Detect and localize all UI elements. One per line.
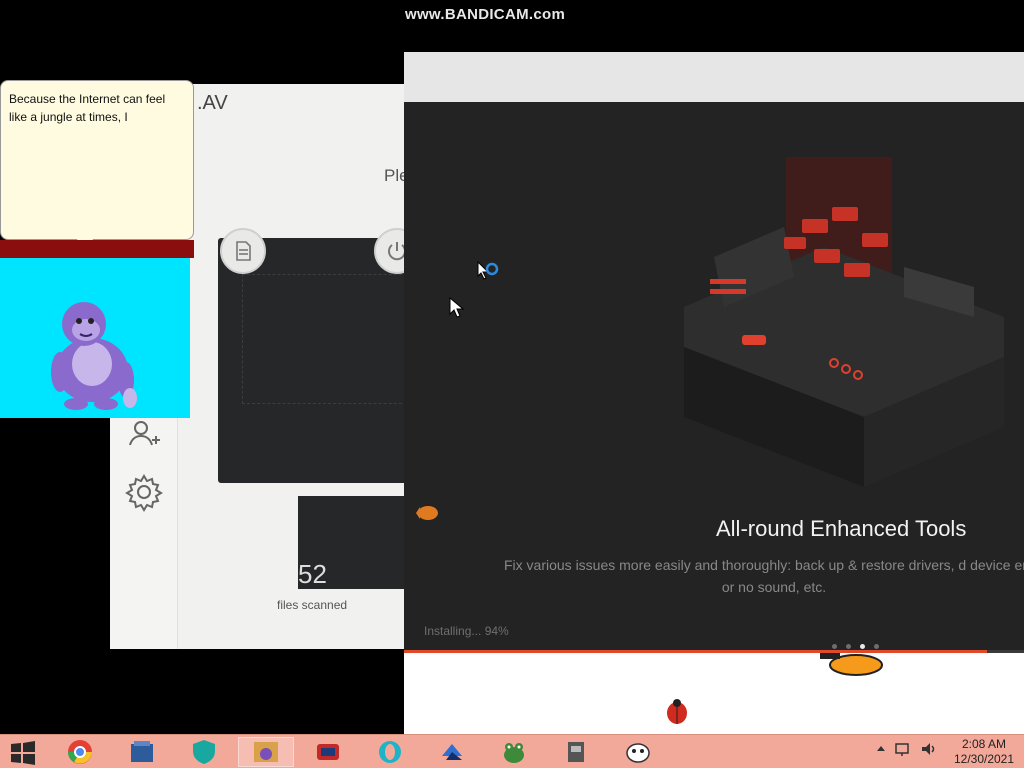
- taskbar-tool-app[interactable]: [548, 737, 604, 767]
- opera-icon: [379, 741, 401, 763]
- files-scanned-count: 52: [298, 559, 327, 589]
- clock-date: 12/30/2021: [953, 752, 1015, 766]
- scan-area: [242, 274, 412, 404]
- bonzi-gorilla-icon: [51, 302, 137, 410]
- chrome-icon: [68, 740, 92, 764]
- frog-icon: [504, 743, 524, 763]
- document-icon: [236, 241, 251, 261]
- taskbar-penguin-app[interactable]: [610, 737, 666, 767]
- bonzi-speech-text: Because the Internet can feel like a jun…: [9, 92, 166, 124]
- taskbar-game-app[interactable]: [300, 737, 356, 767]
- shield-icon: [193, 740, 215, 764]
- taskbar-shield-app[interactable]: [176, 737, 232, 767]
- installer-titlebar[interactable]: [404, 52, 1024, 102]
- taskbar-file-manager[interactable]: [114, 737, 170, 767]
- slide-heading: All-round Enhanced Tools: [716, 516, 967, 541]
- bonzi-strip: [0, 240, 194, 258]
- taskbar-opera[interactable]: [362, 737, 418, 767]
- taskbar-bonzi-app[interactable]: [238, 737, 294, 767]
- files-scanned-label: files scanned: [277, 598, 348, 612]
- antivirus-title: .AV: [197, 92, 228, 114]
- installer-footer: [404, 653, 1024, 734]
- file-manager-icon: [131, 741, 153, 762]
- start-button[interactable]: [6, 740, 40, 766]
- fish-icon: [416, 506, 438, 520]
- taskbar-chrome[interactable]: [52, 737, 108, 767]
- bonzi-app-icon: [254, 742, 278, 762]
- taskbar-frog-app[interactable]: [486, 737, 542, 767]
- busy-cursor-icon: [477, 260, 499, 280]
- slide-dot-active[interactable]: [860, 644, 865, 649]
- taskbar: 2:08 AM 12/30/2021: [0, 734, 1024, 768]
- slide-indicator[interactable]: [832, 644, 879, 649]
- chevron-up-icon[interactable]: [876, 744, 886, 754]
- stack-icon: [442, 744, 462, 760]
- bonzi-speech-bubble[interactable]: Because the Internet can feel like a jun…: [0, 80, 194, 253]
- ladybug-icon: [667, 699, 687, 724]
- slide-dot[interactable]: [832, 644, 837, 649]
- tool-icon: [568, 742, 584, 762]
- installer-body: All-round Enhanced Tools Fix various iss…: [404, 102, 1024, 652]
- slide-description: Fix various issues more easily and thoro…: [504, 557, 1024, 595]
- penguin-icon: [626, 743, 650, 763]
- system-clock[interactable]: 2:08 AM 12/30/2021: [948, 737, 1020, 767]
- desktop: www.BANDICAM.com .AV Ple 52 files scanne…: [0, 0, 1024, 734]
- mouse-cursor-icon: [449, 296, 465, 318]
- system-tray: [876, 741, 938, 757]
- volume-icon[interactable]: [920, 741, 938, 757]
- file-scan-button[interactable]: [220, 228, 266, 274]
- bonzi-stage[interactable]: [0, 258, 190, 418]
- windows-logo-icon: [11, 741, 35, 765]
- clock-time: 2:08 AM: [961, 737, 1007, 751]
- gear-icon[interactable]: [124, 472, 164, 512]
- game-icon: [317, 744, 339, 760]
- toolbox-illustration-icon: [684, 157, 1004, 487]
- bandicam-watermark: www.BANDICAM.com: [405, 6, 566, 23]
- installer-window[interactable]: All-round Enhanced Tools Fix various iss…: [404, 52, 1024, 734]
- network-icon[interactable]: [894, 741, 912, 757]
- taskbar-stack-app[interactable]: [424, 737, 480, 767]
- add-user-icon[interactable]: [124, 414, 164, 454]
- slide-dot[interactable]: [874, 644, 879, 649]
- install-status: Installing... 94%: [424, 624, 509, 638]
- scan-panel: [218, 228, 420, 483]
- duck-icon: [820, 653, 883, 676]
- slide-dot[interactable]: [846, 644, 851, 649]
